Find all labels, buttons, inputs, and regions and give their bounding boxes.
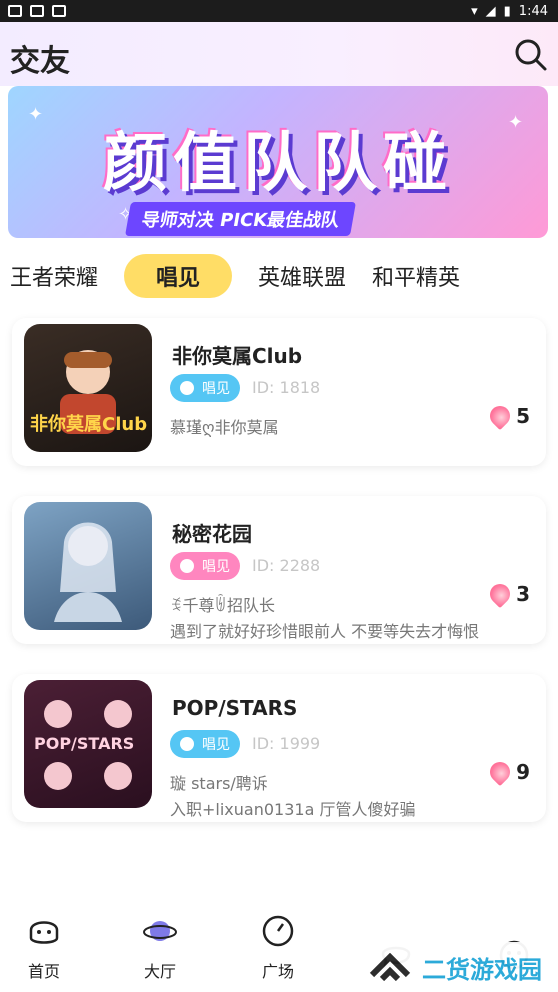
tab-singer[interactable]: 唱见 xyxy=(124,254,233,298)
mic-icon xyxy=(180,381,194,395)
room-badge: 唱见 xyxy=(170,730,240,758)
status-bar: ▾ ◢ ▮ 1:44 xyxy=(0,0,558,22)
tab-lol[interactable]: 英雄联盟 xyxy=(258,260,346,292)
page-title: 交友 xyxy=(10,44,70,79)
room-heat: 3 xyxy=(485,579,530,609)
mail-icon xyxy=(8,5,22,17)
room-count: 3 xyxy=(516,582,530,606)
room-thumbnail: 非你莫属Club xyxy=(24,324,152,452)
room-id: ID: 2288 xyxy=(252,556,321,575)
mic-icon xyxy=(180,737,194,751)
avatar-illustration xyxy=(54,522,122,622)
room-name: 秘密花园 xyxy=(172,522,252,546)
room-badge: 唱见 xyxy=(170,552,240,580)
nav-hall[interactable]: 大厅 xyxy=(120,914,200,982)
nav-label: 广场 xyxy=(261,962,294,981)
category-tabs: 王者荣耀 唱见 英雄联盟 和平精英 xyxy=(10,254,550,298)
header: 交友 xyxy=(0,22,558,86)
planet-icon xyxy=(143,921,177,941)
nav-label: 大厅 xyxy=(143,962,176,981)
room-desc: 璇 stars/聘诉 xyxy=(170,774,268,793)
room-desc-2: 入职+lixuan0131a 厅管人傻好骗 xyxy=(170,800,416,819)
home-icon xyxy=(29,921,59,944)
room-heat: 9 xyxy=(485,757,530,787)
banner-title: 颜值队队碰 xyxy=(103,127,453,201)
nav-label: 首页 xyxy=(27,962,60,981)
status-time: 1:44 xyxy=(518,3,548,19)
a-icon xyxy=(52,5,66,17)
wifi-icon: ▾ xyxy=(471,3,478,19)
battery-icon: ▮ xyxy=(503,3,511,19)
compass-icon xyxy=(262,915,294,947)
badge-label: 唱见 xyxy=(202,737,230,753)
room-card[interactable]: POP/STARS POP/STARS 唱见 ID: 1999 璇 stars/… xyxy=(12,674,546,822)
search-icon xyxy=(515,39,547,71)
mail-icon xyxy=(30,5,44,17)
room-name: POP/STARS xyxy=(172,696,298,720)
room-id: ID: 1999 xyxy=(252,734,321,753)
search-button[interactable] xyxy=(514,38,548,72)
badge-label: 唱见 xyxy=(202,381,230,397)
room-badge: 唱见 xyxy=(170,374,240,402)
badge-label: 唱见 xyxy=(202,559,230,575)
tab-honor-of-kings[interactable]: 王者荣耀 xyxy=(10,260,98,292)
signal-icon: ◢ xyxy=(485,3,496,19)
room-heat: 5 xyxy=(485,401,530,431)
room-desc: ꉂ千尊ꉄ招队长 xyxy=(170,596,276,615)
room-id: ID: 1818 xyxy=(252,378,321,397)
room-card[interactable]: 非你莫属Club 非你莫属Club 唱见 ID: 1818 慕瑾ღ非你莫属 5 xyxy=(12,318,546,466)
thumb-text: 非你莫属Club xyxy=(30,414,148,435)
nav-square[interactable]: 广场 xyxy=(238,914,318,982)
room-name: 非你莫属Club xyxy=(172,344,303,368)
room-desc-2: 遇到了就好好珍惜眼前人 不要等失去才悔恨 xyxy=(170,622,480,641)
watermark-logo-icon xyxy=(369,953,411,981)
flame-icon xyxy=(485,757,515,787)
room-thumbnail xyxy=(24,502,152,630)
watermark: 二货游戏园 xyxy=(358,942,558,992)
banner-subtitle: 导师对决 PICK最佳战队 xyxy=(125,202,357,236)
room-thumbnail: POP/STARS xyxy=(24,680,152,808)
room-card[interactable]: 秘密花园 唱见 ID: 2288 ꉂ千尊ꉄ招队长 遇到了就好好珍惜眼前人 不要等… xyxy=(12,496,546,644)
room-count: 5 xyxy=(516,404,530,428)
nav-home[interactable]: 首页 xyxy=(4,914,84,982)
mic-icon xyxy=(180,559,194,573)
room-count: 9 xyxy=(516,760,530,784)
status-system: ▾ ◢ ▮ 1:44 xyxy=(471,4,558,19)
promo-banner[interactable]: ✦ ✦ ✧ 颜值队队碰 导师对决 PICK最佳战队 xyxy=(8,86,548,238)
thumb-text: POP/STARS xyxy=(34,734,135,753)
flame-icon xyxy=(485,579,515,609)
watermark-text: 二货游戏园 xyxy=(422,955,542,984)
flame-icon xyxy=(485,401,515,431)
room-desc: 慕瑾ღ非你莫属 xyxy=(170,418,279,437)
status-notifications xyxy=(0,5,66,17)
tab-pubg[interactable]: 和平精英 xyxy=(372,260,460,292)
